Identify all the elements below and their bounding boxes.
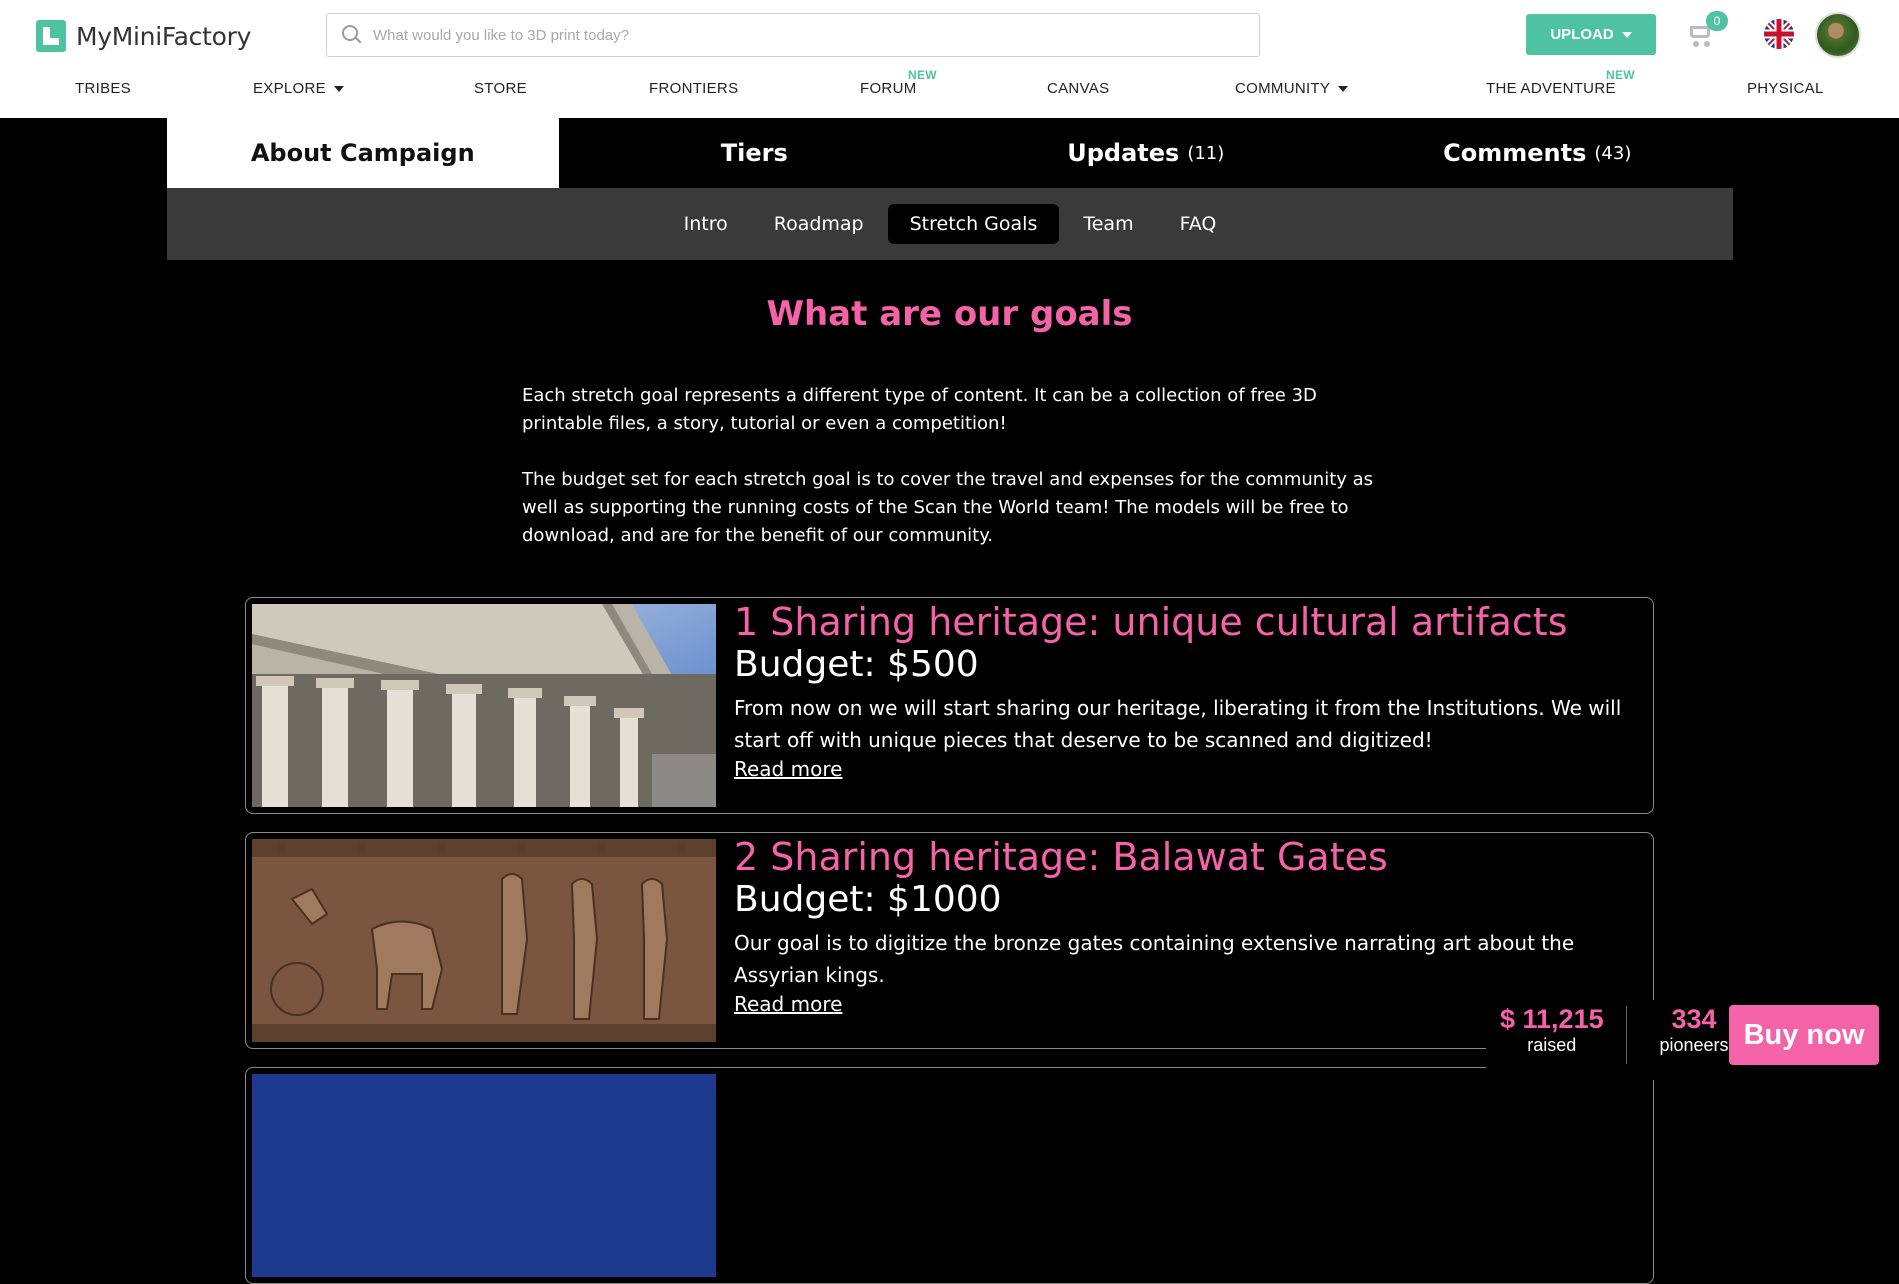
tab-label: Tiers [720, 139, 788, 167]
search-input[interactable] [373, 26, 1253, 44]
raised-amount: $ 11,215 [1500, 1004, 1604, 1034]
goal-image [252, 1074, 716, 1277]
chevron-down-icon [333, 85, 344, 92]
nav-label: THE ADVENTURE [1486, 80, 1616, 97]
subnav-stretch-goals[interactable]: Stretch Goals [887, 204, 1060, 244]
nav-item-forum[interactable]: FORUM NEW [860, 68, 937, 97]
logo-text: MyMiniFactory [76, 21, 252, 51]
nav-label: EXPLORE [253, 80, 326, 97]
stretch-goal-card: 2 Sharing heritage: Balawat Gates Budget… [245, 832, 1654, 1049]
nav-item-store[interactable]: STORE [474, 80, 527, 97]
intro-paragraph: Each stretch goal represents a different… [522, 385, 1317, 434]
goal-image-balawat-gates [252, 839, 716, 1042]
tab-label: About Campaign [250, 139, 475, 167]
subnav-team[interactable]: Team [1061, 204, 1155, 244]
nav-item-community[interactable]: COMMUNITY [1235, 80, 1349, 97]
chevron-down-icon [1621, 31, 1632, 38]
read-more-link[interactable]: Read more [734, 992, 842, 1016]
goal-title: 1 Sharing heritage: unique cultural arti… [734, 600, 1568, 644]
goal-image-museum [252, 604, 716, 807]
goal-budget: Budget: $500 [734, 644, 979, 685]
goal-title: 2 Sharing heritage: Balawat Gates [734, 835, 1388, 879]
tab-tiers[interactable]: Tiers [559, 118, 951, 188]
subnav-roadmap[interactable]: Roadmap [752, 204, 886, 244]
tab-about-campaign[interactable]: About Campaign [167, 118, 559, 188]
stretch-goal-card [245, 1067, 1654, 1284]
site-logo[interactable]: MyMiniFactory [36, 20, 251, 52]
user-avatar[interactable] [1815, 12, 1861, 58]
section-subnav: Intro Roadmap Stretch Goals Team FAQ [167, 188, 1733, 260]
campaign-tabs: About Campaign Tiers Updates (11) Commen… [167, 118, 1733, 188]
stretch-goal-card: 1 Sharing heritage: unique cultural arti… [245, 597, 1654, 814]
tab-label: Comments [1443, 139, 1587, 167]
nav-label: COMMUNITY [1235, 80, 1331, 97]
nav-label: STORE [474, 80, 527, 97]
logo-icon [36, 20, 66, 52]
goal-budget: Budget: $1000 [734, 879, 1002, 920]
uk-flag-icon[interactable] [1764, 19, 1794, 49]
search-icon [341, 24, 363, 46]
raised-stat: $ 11,215 raised [1500, 1004, 1604, 1056]
section-title: What are our goals [766, 294, 1133, 334]
nav-label: FRONTIERS [649, 80, 739, 97]
nav-label: FORUM [860, 80, 917, 97]
nav-label: PHYSICAL [1747, 80, 1824, 97]
nav-item-explore[interactable]: EXPLORE [253, 80, 344, 97]
buy-now-button[interactable]: Buy now [1729, 1005, 1879, 1065]
goal-description: Our goal is to digitize the bronze gates… [734, 931, 1575, 987]
stat-divider [1626, 1006, 1627, 1064]
section-intro: Each stretch goal represents a different… [522, 382, 1382, 578]
upload-button[interactable]: UPLOAD [1526, 14, 1656, 55]
raised-label: raised [1527, 1035, 1577, 1055]
tab-updates[interactable]: Updates (11) [950, 118, 1342, 188]
nav-label: TRIBES [75, 80, 131, 97]
new-badge: NEW [1606, 68, 1635, 82]
nav-item-physical[interactable]: PHYSICAL [1747, 80, 1824, 97]
tab-count: (11) [1187, 142, 1225, 164]
cart-count-badge: 0 [1706, 11, 1728, 31]
nav-label: CANVAS [1047, 80, 1110, 97]
subnav-faq[interactable]: FAQ [1158, 204, 1239, 244]
nav-item-frontiers[interactable]: FRONTIERS [649, 80, 738, 97]
chevron-down-icon [1338, 85, 1349, 92]
subnav-intro[interactable]: Intro [662, 204, 750, 244]
tab-label: Updates [1067, 139, 1180, 167]
nav-item-the-adventure[interactable]: THE ADVENTURE NEW [1486, 68, 1635, 97]
nav-item-canvas[interactable]: CANVAS [1047, 80, 1109, 97]
funding-bar: $ 11,215 raised 334 pioneers Buy now [1486, 1000, 1899, 1080]
tab-comments[interactable]: Comments (43) [1342, 118, 1734, 188]
upload-label: UPLOAD [1550, 26, 1614, 43]
intro-paragraph: The budget set for each stretch goal is … [522, 469, 1374, 546]
top-header: MyMiniFactory UPLOAD 0 TRIBES EXPLORE [0, 0, 1899, 118]
nav-item-tribes[interactable]: TRIBES [75, 80, 131, 97]
goal-description: From now on we will start sharing our he… [734, 696, 1622, 752]
main-nav: TRIBES EXPLORE STORE FRONTIERS FORUM NEW… [0, 68, 1899, 102]
read-more-link[interactable]: Read more [734, 757, 842, 781]
new-badge: NEW [908, 68, 937, 82]
tab-count: (43) [1594, 142, 1632, 164]
search-bar[interactable] [326, 13, 1260, 57]
